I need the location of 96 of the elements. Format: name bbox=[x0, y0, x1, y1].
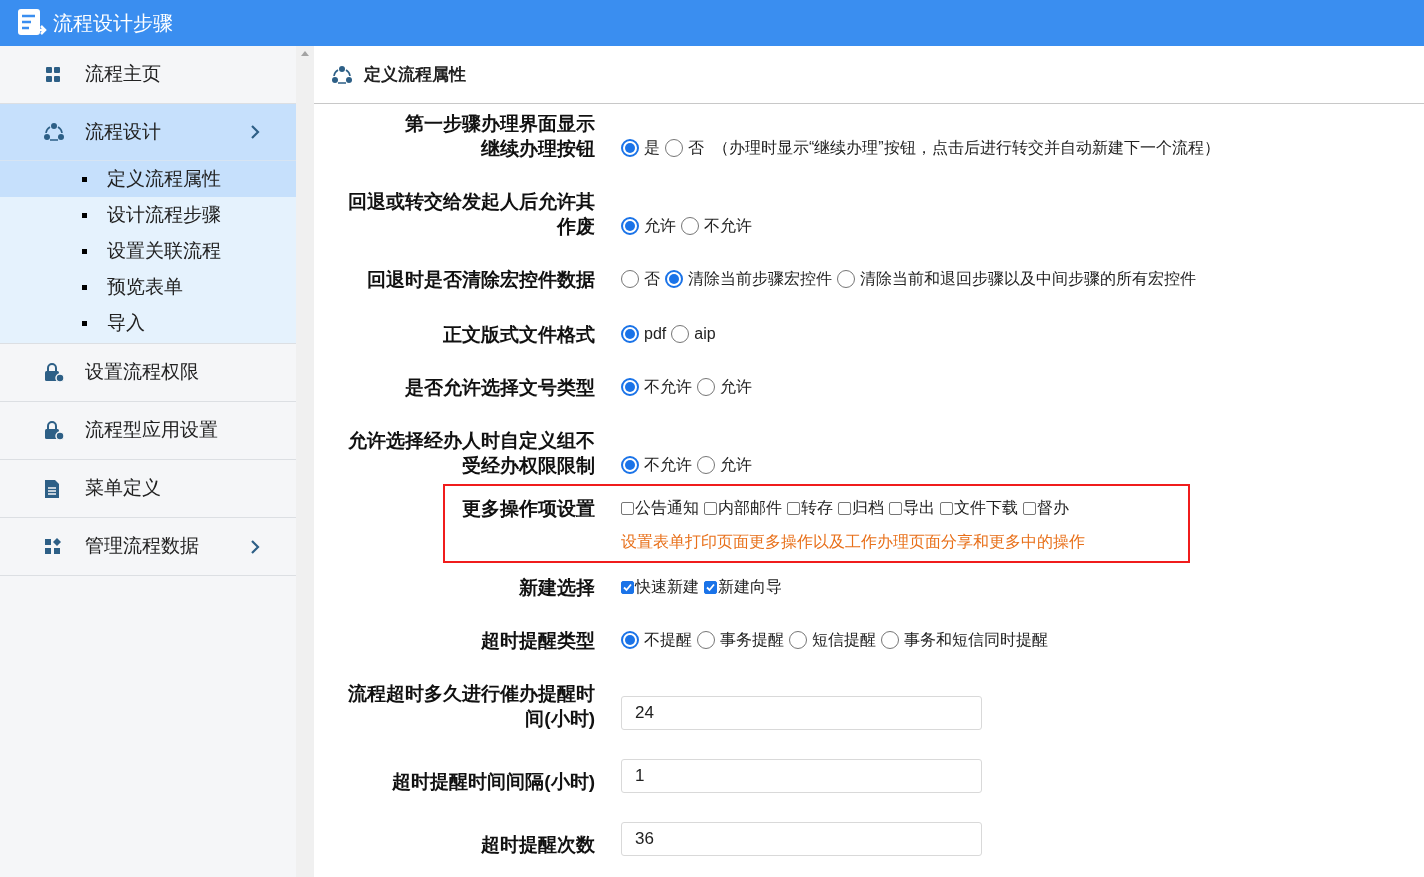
submenu-item[interactable]: 设计流程步骤 bbox=[0, 197, 296, 233]
option-label: aip bbox=[694, 324, 716, 344]
radio-button[interactable] bbox=[789, 631, 807, 649]
field-label: 是否允许选择文号类型 bbox=[405, 376, 595, 400]
submenu-item[interactable]: 预览表单 bbox=[0, 269, 296, 305]
radio-button[interactable] bbox=[665, 270, 683, 288]
radio-button[interactable] bbox=[697, 631, 715, 649]
checkbox[interactable] bbox=[621, 501, 634, 515]
radio-button[interactable] bbox=[621, 456, 639, 474]
option-label: pdf bbox=[644, 324, 667, 344]
cycle-icon bbox=[331, 64, 353, 85]
option-label: 督办 bbox=[1037, 498, 1069, 518]
option-label: 文件下载 bbox=[954, 498, 1018, 518]
option-label: 否 bbox=[688, 138, 704, 158]
option-label: 允许 bbox=[644, 216, 676, 236]
option-label: 不允许 bbox=[644, 377, 692, 397]
field-label: 正文版式文件格式 bbox=[443, 323, 595, 347]
checkbox[interactable] bbox=[704, 501, 717, 515]
lock-gear-icon bbox=[43, 420, 65, 441]
submenu-item[interactable]: 设置关联流程 bbox=[0, 233, 296, 269]
sidebar-item[interactable]: 设置流程权限 bbox=[0, 344, 296, 401]
option-label: 归档 bbox=[852, 498, 884, 518]
page-title: 定义流程属性 bbox=[364, 63, 466, 86]
option-label: 不允许 bbox=[704, 216, 752, 236]
field-label: 更多操作项设置 bbox=[462, 497, 595, 521]
radio-button[interactable] bbox=[837, 270, 855, 288]
option-label: 否 bbox=[644, 269, 660, 289]
checkbox[interactable] bbox=[704, 580, 717, 594]
radio-button[interactable] bbox=[621, 139, 639, 157]
checkbox[interactable] bbox=[889, 501, 902, 515]
option-label: 快速新建 bbox=[635, 577, 699, 597]
sidebar-item[interactable]: 流程设计 bbox=[0, 104, 296, 161]
field-label: 第一步骤办理界面显示 bbox=[405, 112, 595, 136]
sidebar-item[interactable]: 流程主页 bbox=[0, 46, 296, 103]
sidebar-item[interactable]: 菜单定义 bbox=[0, 460, 296, 517]
header-title: 流程设计步骤 bbox=[53, 11, 173, 36]
option-label: 不允许 bbox=[644, 455, 692, 475]
radio-button[interactable] bbox=[881, 631, 899, 649]
field-label: 新建选择 bbox=[519, 576, 595, 600]
option-label: 允许 bbox=[720, 377, 752, 397]
checkbox[interactable] bbox=[1023, 501, 1036, 515]
sidebar-item[interactable]: 管理流程数据 bbox=[0, 518, 296, 575]
field-label: 继续办理按钮 bbox=[481, 137, 595, 161]
list-arrow-icon bbox=[17, 8, 47, 38]
hint-text: 设置表单打印页面更多操作以及工作办理页面分享和更多中的操作 bbox=[621, 532, 1085, 552]
option-label: 事务和短信同时提醒 bbox=[904, 630, 1048, 650]
grid-icon bbox=[43, 537, 63, 556]
option-label: 清除当前和退回步骤以及中间步骤的所有宏控件 bbox=[860, 269, 1196, 289]
field-label: 超时提醒类型 bbox=[481, 629, 595, 653]
checkbox[interactable] bbox=[838, 501, 851, 515]
checkbox[interactable] bbox=[940, 501, 953, 515]
option-label: 清除当前步骤宏控件 bbox=[688, 269, 832, 289]
checkbox[interactable] bbox=[787, 501, 800, 515]
field-label: 超时提醒时间间隔(小时) bbox=[392, 770, 595, 794]
radio-button[interactable] bbox=[621, 378, 639, 396]
radio-button[interactable] bbox=[621, 631, 639, 649]
lock-gear-icon bbox=[43, 362, 65, 383]
checkbox[interactable] bbox=[621, 580, 634, 594]
field-label: 流程超时多久进行催办提醒时 bbox=[348, 682, 595, 706]
option-label: 导出 bbox=[903, 498, 935, 518]
document-icon bbox=[43, 478, 61, 499]
radio-button[interactable] bbox=[665, 139, 683, 157]
radio-button[interactable] bbox=[621, 325, 639, 343]
field-label: 超时提醒次数 bbox=[481, 833, 595, 857]
option-label: 短信提醒 bbox=[812, 630, 876, 650]
field-label: 受经办权限限制 bbox=[462, 454, 595, 478]
radio-button[interactable] bbox=[671, 325, 690, 343]
radio-button[interactable] bbox=[697, 456, 715, 474]
radio-button[interactable] bbox=[621, 217, 639, 235]
field-label: 作废 bbox=[557, 215, 595, 239]
submenu-item[interactable]: 定义流程属性 bbox=[0, 161, 296, 197]
option-label: 内部邮件 bbox=[718, 498, 782, 518]
chevron-right-icon bbox=[250, 124, 260, 140]
cycle-icon bbox=[43, 122, 65, 142]
radio-button[interactable] bbox=[681, 217, 699, 235]
radio-button[interactable] bbox=[621, 270, 639, 288]
option-label: 是 bbox=[644, 138, 660, 158]
chevron-right-icon bbox=[250, 538, 260, 555]
option-label: 事务提醒 bbox=[720, 630, 784, 650]
option-label: 新建向导 bbox=[718, 577, 782, 597]
field-label: 回退时是否清除宏控件数据 bbox=[367, 268, 595, 292]
field-label: 间(小时) bbox=[525, 707, 595, 731]
option-label: 允许 bbox=[720, 455, 752, 475]
sidebar-item[interactable]: 流程型应用设置 bbox=[0, 402, 296, 459]
option-note: （办理时显示“继续办理”按钮，点击后进行转交并自动新建下一个流程） bbox=[713, 138, 1220, 158]
field-label: 回退或转交给发起人后允许其 bbox=[348, 190, 595, 214]
radio-button[interactable] bbox=[697, 378, 715, 396]
field-label: 允许选择经办人时自定义组不 bbox=[348, 429, 595, 453]
submenu-item[interactable]: 导入 bbox=[0, 305, 296, 341]
input-field[interactable]: 36 bbox=[621, 822, 982, 856]
option-label: 不提醒 bbox=[644, 630, 692, 650]
option-label: 转存 bbox=[801, 498, 833, 518]
input-field[interactable]: 1 bbox=[621, 759, 982, 793]
option-label: 公告通知 bbox=[635, 498, 699, 518]
squares-icon bbox=[43, 65, 63, 84]
input-field[interactable]: 24 bbox=[621, 696, 982, 730]
